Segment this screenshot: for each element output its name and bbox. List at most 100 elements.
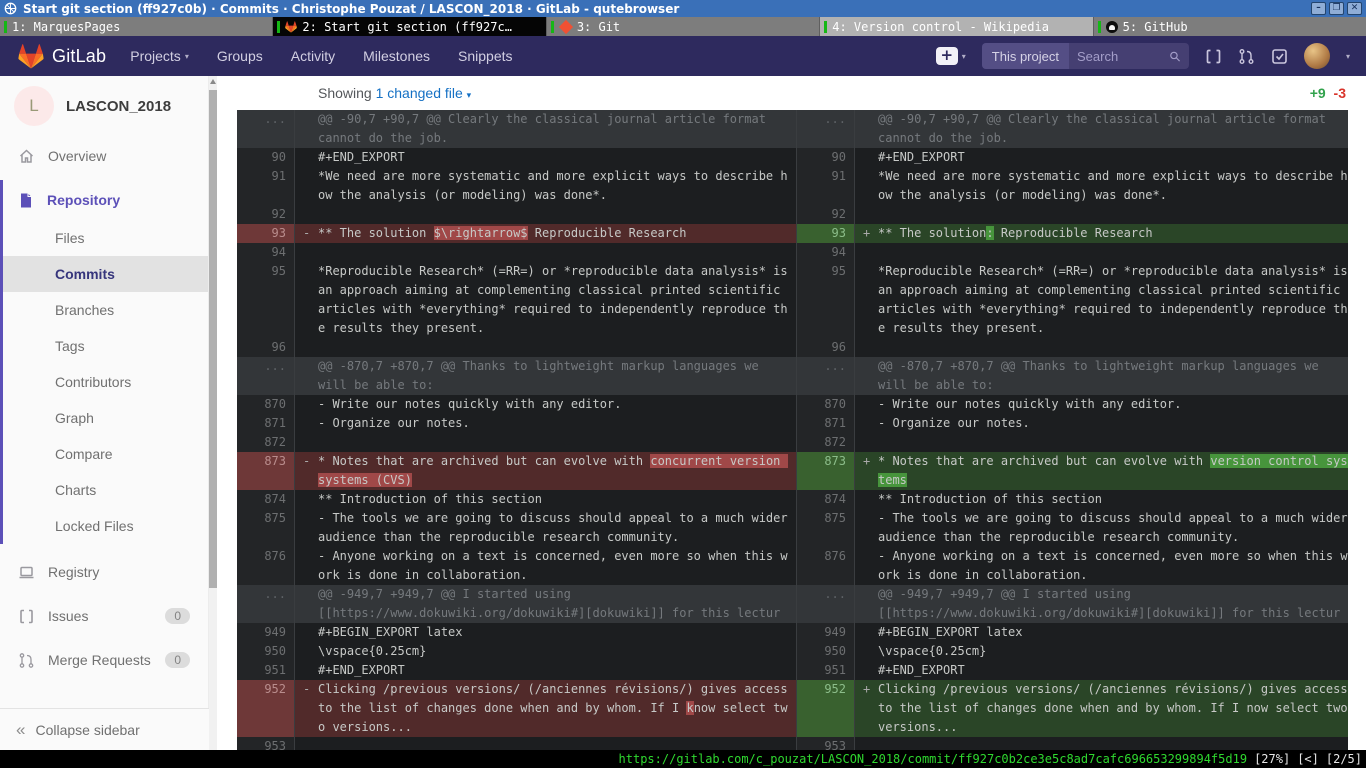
line-number[interactable]: 949: [797, 623, 854, 642]
gitlab-brand[interactable]: GitLab: [18, 44, 106, 69]
collapse-sidebar-button[interactable]: « Collapse sidebar: [0, 708, 209, 750]
line-number[interactable]: 950: [797, 642, 854, 661]
diff-code-cell: #+END_EXPORT: [854, 148, 1348, 167]
tab-2-selected[interactable]: 2: Start git section (ff927c…: [272, 17, 545, 36]
line-number[interactable]: 93: [237, 224, 294, 243]
line-number[interactable]: 953: [237, 737, 294, 750]
tab-3[interactable]: 3: Git: [546, 17, 819, 36]
line-number[interactable]: 92: [237, 205, 294, 224]
diff-row: ...@@ -870,7 +870,7 @@ Thanks to lightwe…: [237, 357, 796, 395]
line-number[interactable]: 94: [237, 243, 294, 262]
tab-label: 4: Version control - Wikipedia: [832, 20, 1049, 34]
line-number[interactable]: 90: [797, 148, 854, 167]
sidebar-item-repository[interactable]: Repository: [3, 180, 208, 220]
diff-code-cell: [294, 433, 796, 452]
sidebar-item-tags[interactable]: Tags: [3, 328, 208, 364]
line-number[interactable]: 870: [797, 395, 854, 414]
line-number[interactable]: 874: [237, 490, 294, 509]
diff-row: 949#+BEGIN_EXPORT latex: [237, 623, 796, 642]
minimize-button[interactable]: –: [1311, 2, 1326, 15]
sidebar-item-graph[interactable]: Graph: [3, 400, 208, 436]
sidebar-item-contributors[interactable]: Contributors: [3, 364, 208, 400]
line-number[interactable]: 94: [797, 243, 854, 262]
diff-pane-old: ...@@ -90,7 +90,7 @@ Clearly the classic…: [237, 110, 796, 750]
line-number[interactable]: 951: [797, 661, 854, 680]
diff-row: 951#+END_EXPORT: [797, 661, 1348, 680]
scrollbar-thumb[interactable]: [209, 90, 217, 588]
new-menu-button[interactable]: + ▾: [936, 47, 966, 65]
line-number[interactable]: 96: [237, 338, 294, 357]
line-number[interactable]: 874: [797, 490, 854, 509]
gitlab-favicon: [285, 21, 297, 33]
tab-indicator: [277, 21, 280, 33]
line-number[interactable]: 951: [237, 661, 294, 680]
line-number[interactable]: 876: [797, 547, 854, 585]
sidebar-item-compare[interactable]: Compare: [3, 436, 208, 472]
line-number[interactable]: 950: [237, 642, 294, 661]
tab-5[interactable]: 5: GitHub: [1093, 17, 1366, 36]
line-number[interactable]: 872: [797, 433, 854, 452]
sidebar-item-registry[interactable]: Registry: [0, 554, 208, 590]
diff-row: ...@@ -90,7 +90,7 @@ Clearly the classic…: [237, 110, 796, 148]
nav-groups[interactable]: Groups: [217, 48, 263, 64]
line-number[interactable]: 95: [797, 262, 854, 338]
sidebar-item-merge-requests[interactable]: Merge Requests 0: [0, 642, 208, 678]
line-number[interactable]: 92: [797, 205, 854, 224]
diff-code-cell: [854, 737, 1348, 750]
line-number[interactable]: 871: [237, 414, 294, 433]
line-number[interactable]: 952: [797, 680, 854, 737]
issues-icon[interactable]: [1205, 48, 1222, 65]
sidebar-item-locked-files[interactable]: Locked Files: [3, 508, 208, 544]
sidebar-item-overview[interactable]: Overview: [0, 138, 208, 174]
tab-1[interactable]: 1: MarquesPages: [0, 17, 272, 36]
search-input[interactable]: [1077, 49, 1169, 64]
line-number[interactable]: 95: [237, 262, 294, 338]
close-button[interactable]: ✕: [1347, 2, 1362, 15]
line-number[interactable]: 953: [797, 737, 854, 750]
nav-projects[interactable]: Projects▾: [130, 48, 189, 64]
project-header[interactable]: L LASCON_2018: [0, 76, 208, 138]
changed-files-link[interactable]: 1 changed file ▾: [376, 85, 472, 101]
diff-row: 92: [237, 205, 796, 224]
nav-milestones[interactable]: Milestones: [363, 48, 430, 64]
scrollbar-up-arrow[interactable]: [210, 79, 216, 84]
nav-activity[interactable]: Activity: [291, 48, 335, 64]
line-number[interactable]: 875: [237, 509, 294, 547]
tab-label: 5: GitHub: [1123, 20, 1188, 34]
sidebar-scrollbar[interactable]: [209, 76, 217, 750]
user-avatar[interactable]: [1304, 43, 1330, 69]
line-number[interactable]: 952: [237, 680, 294, 737]
merge-requests-count-badge: 0: [165, 652, 190, 668]
line-number[interactable]: 90: [237, 148, 294, 167]
line-number[interactable]: 875: [797, 509, 854, 547]
line-number[interactable]: 872: [237, 433, 294, 452]
sidebar-item-commits[interactable]: Commits: [3, 256, 208, 292]
nav-snippets[interactable]: Snippets: [458, 48, 512, 64]
todos-icon[interactable]: [1271, 48, 1288, 65]
diff-row: 871- Organize our notes.: [237, 414, 796, 433]
line-number[interactable]: 949: [237, 623, 294, 642]
diff-row: 871- Organize our notes.: [797, 414, 1348, 433]
line-number[interactable]: 91: [237, 167, 294, 205]
chevron-down-icon[interactable]: ▾: [1346, 52, 1350, 61]
sidebar-item-issues[interactable]: Issues 0: [0, 598, 208, 634]
project-name: LASCON_2018: [66, 98, 171, 115]
line-number[interactable]: 873: [237, 452, 294, 490]
line-number[interactable]: 91: [797, 167, 854, 205]
line-number[interactable]: 871: [797, 414, 854, 433]
tab-label: 2: Start git section (ff927c…: [302, 20, 512, 34]
inline-diff-highlight: :: [986, 226, 993, 240]
maximize-button[interactable]: ❐: [1329, 2, 1344, 15]
sidebar-item-charts[interactable]: Charts: [3, 472, 208, 508]
merge-request-icon[interactable]: [1238, 48, 1255, 65]
line-number[interactable]: 876: [237, 547, 294, 585]
sidebar-item-branches[interactable]: Branches: [3, 292, 208, 328]
line-number[interactable]: 873: [797, 452, 854, 490]
diff-row: 873+* Notes that are archived but can ev…: [797, 452, 1348, 490]
line-number[interactable]: 96: [797, 338, 854, 357]
sidebar-item-files[interactable]: Files: [3, 220, 208, 256]
tab-4[interactable]: 4: Version control - Wikipedia: [819, 17, 1092, 36]
diff-row: 91*We need are more systematic and more …: [797, 167, 1348, 205]
line-number[interactable]: 870: [237, 395, 294, 414]
line-number[interactable]: 93: [797, 224, 854, 243]
